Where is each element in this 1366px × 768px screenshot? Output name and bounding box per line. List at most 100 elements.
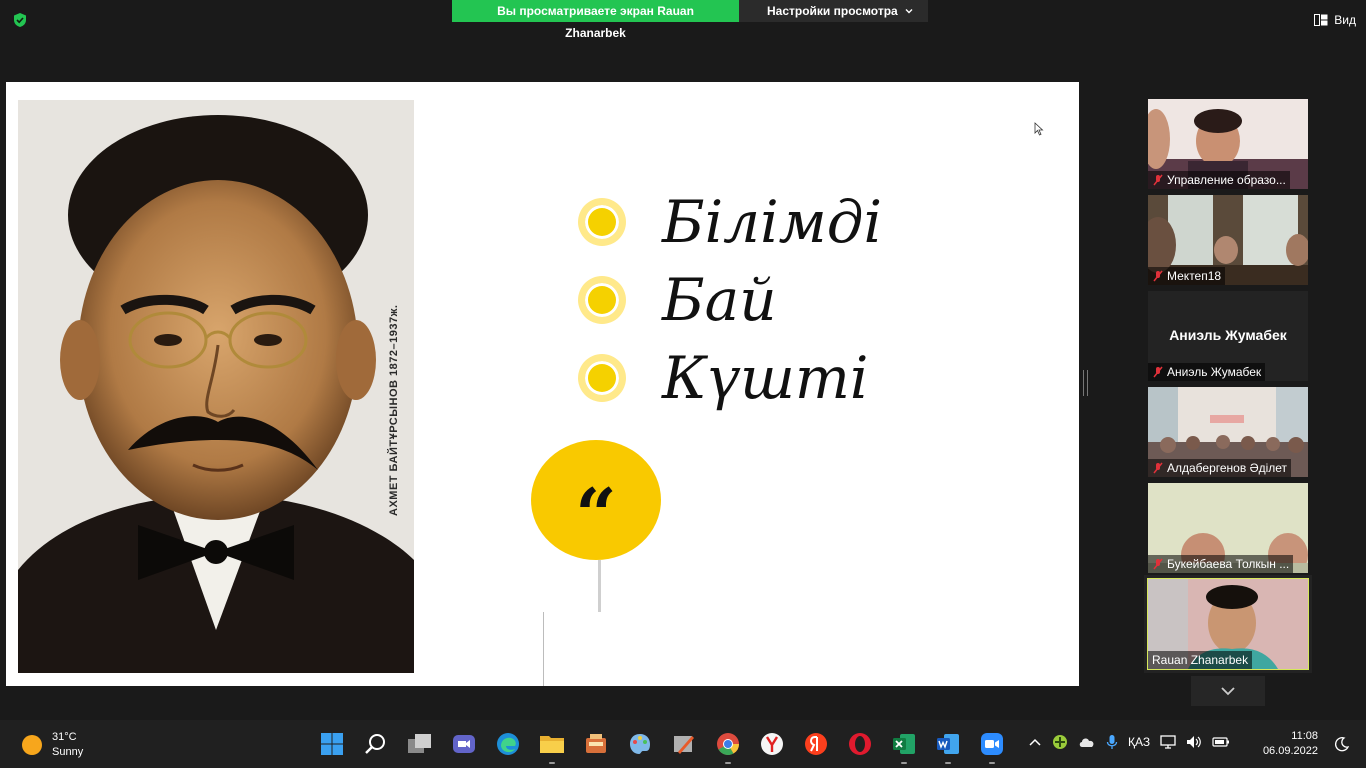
layout-grid-icon [1314, 14, 1328, 26]
windows-logo-icon [321, 733, 343, 755]
weather-temperature: 31°C [52, 731, 77, 743]
view-button[interactable]: Вид [1314, 10, 1356, 30]
weather-description: Sunny [52, 746, 84, 758]
edge-icon [497, 733, 519, 755]
participant-name-label: Аниэль Жумабек [1148, 363, 1266, 381]
windows-taskbar: 31°C Sunny ҚАЗ 11:08 06.09.2022 [0, 720, 1366, 768]
zoom-icon [981, 733, 1003, 755]
bullet-dot-icon [578, 198, 626, 246]
clock[interactable]: 11:08 06.09.2022 [1263, 729, 1318, 759]
battery-icon[interactable] [1212, 736, 1230, 748]
zoom-app[interactable] [976, 728, 1008, 764]
portrait-caption: АХМЕТ БАЙТҰРСЫНОВ 1872–1937ж. [388, 304, 400, 516]
screen-share-banner: Вы просматриваете экран Rauan Zhanarbek … [452, 0, 928, 40]
participant-name: Алдабергенов Әділет [1167, 461, 1288, 475]
participant-tile[interactable]: Алдабергенов Әділет [1148, 387, 1308, 477]
chevron-down-icon [905, 9, 913, 14]
opera-icon [849, 733, 871, 755]
bullet-text: Күшті [662, 344, 869, 412]
network-icon[interactable] [1160, 735, 1176, 749]
excel-app[interactable] [888, 728, 920, 764]
yandex-app[interactable] [800, 728, 832, 760]
portrait-image: АХМЕТ БАЙТҰРСЫНОВ 1872–1937ж. [18, 100, 414, 673]
microphone-icon[interactable] [1106, 734, 1118, 750]
folder-icon [540, 736, 564, 753]
video-chat-icon [453, 735, 475, 753]
vertical-divider [543, 612, 544, 686]
file-explorer[interactable] [536, 728, 568, 764]
active-speaker-tile[interactable]: Rauan Zhanarbek [1144, 575, 1312, 673]
app-pinned[interactable] [580, 728, 612, 760]
participant-name-label: Букейбаева Толкын ... [1148, 555, 1294, 573]
edge-browser[interactable] [492, 728, 524, 760]
view-button-label: Вид [1334, 13, 1356, 27]
mic-muted-icon [1153, 366, 1163, 378]
task-view-button[interactable] [404, 728, 436, 760]
participant-name-label: Rauan Zhanarbek [1148, 651, 1253, 669]
quote-mark: “ [575, 472, 617, 557]
palette-icon [630, 734, 650, 754]
search-icon [365, 734, 385, 754]
participant-name-label: Мектеп18 [1148, 267, 1226, 285]
bullet-dot-icon [578, 276, 626, 324]
start-button[interactable] [316, 728, 348, 760]
bullet-text: Білімді [662, 188, 883, 256]
participant-tile[interactable]: Аниэль Жумабек Аниэль Жумабек [1148, 291, 1308, 381]
participant-name: Мектеп18 [1167, 269, 1222, 283]
chat-app[interactable] [448, 728, 480, 760]
input-language[interactable]: ҚАЗ [1128, 735, 1150, 749]
participant-name: Rauan Zhanarbek [1152, 653, 1249, 667]
bullet-item: Білімді [578, 188, 882, 256]
weather-widget[interactable]: 31°C Sunny [22, 730, 83, 760]
view-settings-label: Настройки просмотра [767, 4, 898, 18]
task-view-icon [408, 734, 431, 753]
shield-icon[interactable] [12, 12, 28, 28]
clock-date: 06.09.2022 [1262, 745, 1318, 757]
cloud-icon[interactable] [1078, 736, 1096, 748]
participant-name-label: Алдабергенов Әділет [1148, 459, 1292, 477]
shared-screen-slide: АХМЕТ БАЙТҰРСЫНОВ 1872–1937ж. Білімді Ба… [6, 82, 1079, 686]
chevron-up-icon[interactable] [1028, 737, 1042, 747]
bullet-text: Бай [662, 266, 777, 334]
participant-tile[interactable]: Букейбаева Толкын ... [1148, 483, 1308, 573]
view-settings-button[interactable]: Настройки просмотра [739, 0, 928, 22]
bullet-dot-icon [578, 354, 626, 402]
participant-display-name: Аниэль Жумабек [1169, 327, 1287, 343]
participant-tile[interactable]: Управление образо... [1148, 99, 1308, 189]
focus-assist-icon[interactable] [1334, 736, 1350, 752]
participant-name: Управление образо... [1167, 173, 1286, 187]
system-tray: ҚАЗ [1028, 734, 1230, 750]
mic-muted-icon [1153, 558, 1163, 570]
bullet-item: Бай [578, 266, 777, 334]
word-icon [937, 734, 959, 754]
word-app[interactable] [932, 728, 964, 764]
gallery-scroll-down-button[interactable] [1191, 676, 1265, 706]
tray-app-icon[interactable] [1052, 734, 1068, 750]
chevron-down-icon [1221, 687, 1235, 696]
yandex-icon [805, 733, 827, 755]
opera-browser[interactable] [844, 728, 876, 760]
volume-icon[interactable] [1186, 735, 1202, 749]
panel-resize-handle[interactable] [1083, 370, 1088, 396]
mic-muted-icon [1153, 462, 1163, 474]
app-pinned[interactable] [668, 728, 700, 760]
quote-badge: “ [531, 440, 661, 560]
clock-time: 11:08 [1291, 730, 1318, 742]
quote-stem [598, 560, 601, 612]
chrome-browser[interactable] [712, 728, 744, 764]
mic-muted-icon [1153, 270, 1163, 282]
participant-name-label: Управление образо... [1148, 171, 1290, 189]
yandex-browser-icon [761, 733, 783, 755]
bullet-item: Күшті [578, 344, 868, 412]
portrait-drawing [18, 100, 414, 673]
mouse-cursor-icon [1034, 122, 1044, 136]
participant-tile[interactable]: Мектеп18 [1148, 195, 1308, 285]
sun-icon [22, 735, 42, 755]
search-button[interactable] [360, 728, 392, 760]
participant-name: Букейбаева Толкын ... [1167, 557, 1290, 571]
drawing-app-icon [674, 736, 694, 754]
yandex-browser[interactable] [756, 728, 788, 760]
chrome-icon [717, 733, 739, 755]
taskbar-apps [316, 728, 1008, 764]
app-pinned[interactable] [624, 728, 656, 760]
